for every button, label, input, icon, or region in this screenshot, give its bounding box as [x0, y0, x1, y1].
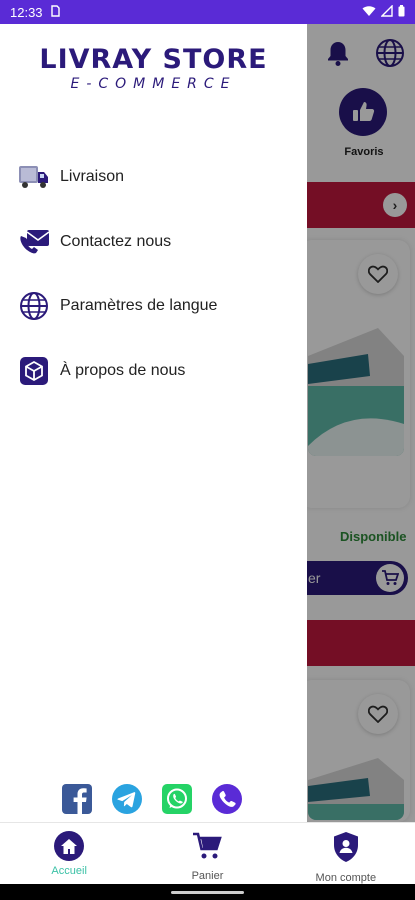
system-gesture-bar [0, 884, 415, 900]
brand-title: LIVRAY STORE [39, 44, 268, 75]
nav-label: Accueil [51, 865, 87, 877]
nav-mon-compte[interactable]: Mon compte [277, 823, 415, 884]
status-bar: 12:33 [0, 0, 415, 24]
facebook-icon[interactable] [62, 784, 92, 814]
phone-call-icon[interactable] [212, 784, 242, 814]
delivery-truck-icon [18, 161, 50, 193]
home-icon [54, 831, 85, 861]
social-links [62, 784, 242, 814]
status-time: 12:33 [10, 4, 43, 20]
bottom-navigation: Accueil Panier Mon compte [0, 822, 415, 884]
cube-icon [18, 355, 50, 387]
gesture-handle[interactable] [171, 891, 244, 894]
whatsapp-icon[interactable] [162, 784, 192, 814]
phone-mail-icon [18, 226, 50, 258]
battery-icon [398, 4, 405, 20]
menu-label: Paramètres de langue [60, 297, 218, 314]
drawer-menu: Livraison Contactez nous Paramètres de l… [18, 161, 217, 419]
nav-panier[interactable]: Panier [138, 823, 276, 884]
menu-label: Livraison [60, 168, 125, 185]
navigation-drawer: LIVRAY STORE E-COMMERCE Livraison Contac… [0, 24, 307, 822]
nav-label: Mon compte [315, 872, 377, 884]
brand-subtitle: E-COMMERCE [70, 76, 237, 92]
menu-label: Contactez nous [60, 232, 172, 250]
telegram-icon[interactable] [112, 784, 142, 814]
menu-item-contact[interactable]: Contactez nous [18, 226, 217, 258]
globe-icon [18, 290, 50, 322]
nav-accueil[interactable]: Accueil [0, 823, 138, 884]
menu-item-livraison[interactable]: Livraison [18, 161, 217, 193]
cart-icon [191, 831, 223, 866]
account-shield-icon [332, 831, 360, 868]
menu-label: À propos de nous [60, 361, 186, 379]
menu-item-language[interactable]: Paramètres de langue [18, 290, 217, 322]
brand-logo: LIVRAY STORE E-COMMERCE [0, 44, 307, 92]
signal-icon [380, 3, 393, 20]
menu-item-about[interactable]: À propos de nous [18, 355, 217, 387]
sim-card-icon [50, 5, 60, 19]
nav-label: Panier [191, 870, 224, 882]
wifi-icon [362, 5, 376, 20]
